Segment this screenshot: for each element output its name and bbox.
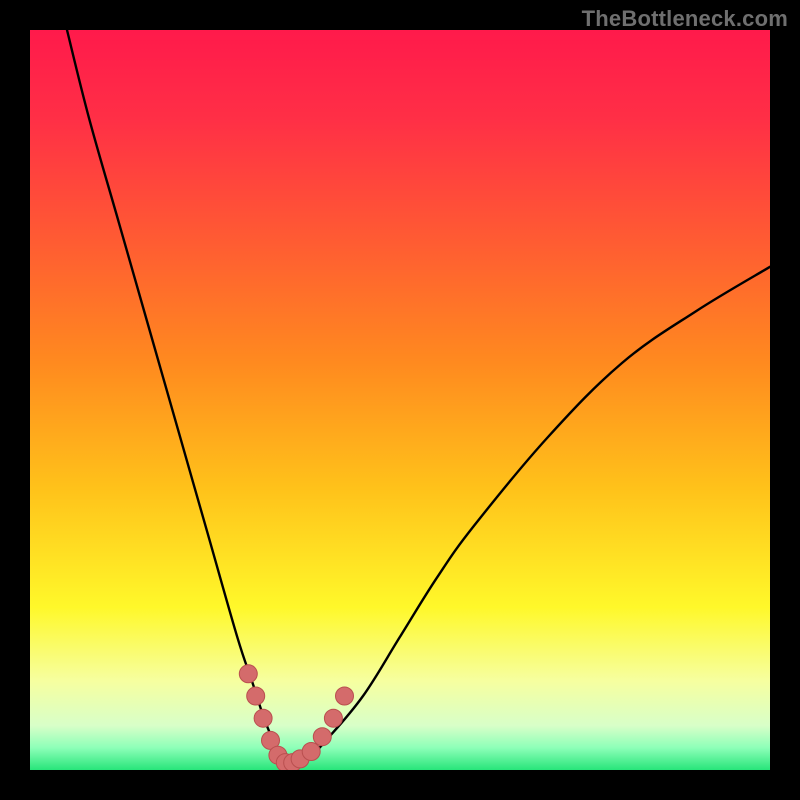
bottleneck-chart [30,30,770,770]
marker-point [313,728,331,746]
chart-frame: TheBottleneck.com [0,0,800,800]
watermark-text: TheBottleneck.com [582,6,788,32]
marker-point [247,687,265,705]
marker-point [239,665,257,683]
marker-point [324,709,342,727]
marker-point [336,687,354,705]
gradient-background [30,30,770,770]
marker-point [254,709,272,727]
plot-area [30,30,770,770]
marker-point [302,743,320,761]
